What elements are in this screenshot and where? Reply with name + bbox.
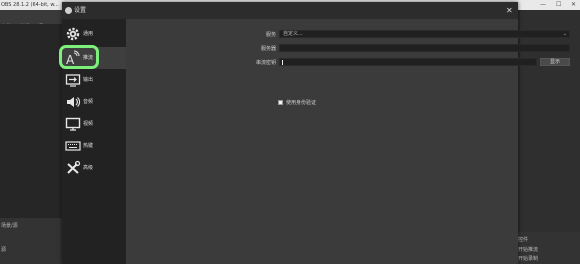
show-key-button[interactable]: 显示 [540,58,570,66]
text-caret [282,60,283,65]
stream-key-label: 串流密钥 [255,60,276,66]
main-menubar: 文件(F) 编辑(E) 视 [0,10,62,30]
server-label: 服务器 [260,46,276,52]
nav-label-audio: 音频 [83,99,94,105]
use-auth-checkbox[interactable] [278,100,283,105]
stream-settings-panel: 服务 自定义... ⌄ 服务器 串流密钥 显示 使用身份验证 [126,19,570,264]
use-auth-label: 使用身份验证 [286,100,317,106]
server-input[interactable] [279,44,570,52]
nav-label-output: 输出 [83,77,94,83]
chevron-down-icon: ⌄ [562,31,567,37]
main-maximize-button[interactable]: ☐ [556,0,561,10]
start-streaming-button[interactable]: 开始推流 [518,246,538,253]
main-window-title: OBS 28.1.2 (64-bit, w... [1,2,59,8]
start-recording-button[interactable]: 开始录制 [518,255,538,262]
tools-icon [67,160,81,174]
nav-item-hotkeys[interactable]: 热键 [62,135,126,157]
nav-label-video: 视频 [83,121,94,127]
dialog-title: 设置 [74,7,87,14]
keyboard-icon [65,141,81,151]
stream-key-input[interactable] [279,58,537,66]
scenes-panel-label: 场景/源 [1,223,18,229]
dialog-titlebar: 设置 ✕ [62,2,518,19]
service-select-value: 自定义... [283,31,303,37]
dialog-close-button[interactable]: ✕ [506,2,513,19]
sources-panel-label: 源 [1,247,7,253]
nav-label-general: 通用 [83,31,94,37]
settings-dialog: 设置 ✕ 通用 A 推流 输出 音频 视频 热键 高级 服务 自定义... ⌄ … [59,2,570,264]
nav-item-audio[interactable]: 音频 [62,91,126,113]
service-label: 服务 [265,32,276,38]
obs-logo-icon [65,7,72,14]
nav-label-advanced: 高级 [83,165,94,171]
output-icon [65,74,81,87]
settings-sidebar: 通用 A 推流 输出 音频 视频 热键 高级 [59,19,126,264]
nav-label-hotkeys: 热键 [83,143,94,149]
speaker-icon [67,97,80,107]
gear-icon [66,27,80,41]
nav-item-output[interactable]: 输出 [62,69,126,91]
nav-item-stream[interactable]: A 推流 [59,45,126,69]
monitor-icon [65,117,81,131]
nav-item-video[interactable]: 视频 [62,113,126,135]
selection-highlight [59,45,99,69]
nav-item-general[interactable]: 通用 [62,23,126,45]
main-minimize-button[interactable]: — [540,0,546,10]
controls-panel-label: 控件 [518,237,529,243]
nav-item-advanced[interactable]: 高级 [62,157,126,179]
service-select[interactable]: 自定义... ⌄ [279,30,570,38]
main-close-button[interactable]: ✕ [571,0,576,10]
